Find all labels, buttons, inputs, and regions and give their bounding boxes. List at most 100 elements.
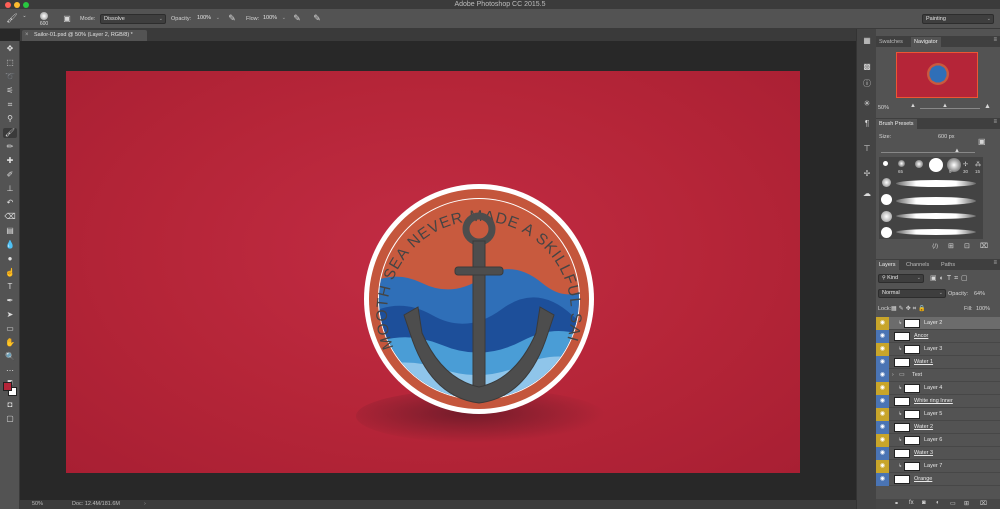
- brush-preset-scatter-icon[interactable]: ⁂: [975, 161, 981, 168]
- layer-row[interactable]: ◉ White ring Inner: [876, 395, 1000, 408]
- layer-filter-select[interactable]: ⚲ Kind ⌄: [878, 274, 924, 283]
- close-icon[interactable]: ×: [25, 30, 29, 41]
- brush-size-slider[interactable]: [881, 152, 975, 153]
- layer-name[interactable]: Layer 3: [924, 343, 942, 356]
- eyedropper-tool-icon[interactable]: ⚲: [3, 114, 17, 124]
- navigator-zoom-value[interactable]: 50%: [878, 105, 889, 111]
- eye-icon[interactable]: ◉: [876, 395, 889, 408]
- tab-channels[interactable]: Channels: [903, 260, 932, 270]
- tab-navigator[interactable]: Navigator: [911, 37, 941, 47]
- layer-filter-icons[interactable]: ▣◐T⌗▢: [930, 274, 971, 283]
- eye-icon[interactable]: ◉: [876, 356, 889, 369]
- layer-name[interactable]: Layer 4: [924, 382, 942, 395]
- flow-field[interactable]: 100% ⌄: [260, 14, 288, 24]
- zoom-tool-icon[interactable]: 🔍: [3, 352, 17, 362]
- trash-icon[interactable]: ⌧: [980, 242, 988, 250]
- new-group-icon[interactable]: ▭: [950, 500, 956, 507]
- eye-icon[interactable]: ◉: [876, 382, 889, 395]
- eraser-tool-icon[interactable]: ⌫: [3, 212, 17, 222]
- path-selection-tool-icon[interactable]: ➤: [3, 310, 17, 320]
- eye-icon[interactable]: ◉: [876, 460, 889, 473]
- paragraph-panel-icon[interactable]: ¶: [861, 119, 873, 129]
- tab-layers[interactable]: Layers: [876, 260, 899, 270]
- brush-preset-soft-medium[interactable]: [915, 160, 923, 168]
- fill-value[interactable]: 100%: [976, 306, 990, 312]
- lock-icons[interactable]: ▦✎✥⌗🔒: [891, 305, 928, 313]
- link-layers-icon[interactable]: ⚭: [894, 500, 899, 507]
- eye-icon[interactable]: ◉: [876, 317, 889, 330]
- airbrush-icon[interactable]: ✎: [292, 14, 302, 23]
- brush-tool-preset-icon[interactable]: 🖌: [6, 14, 18, 23]
- layer-name[interactable]: Layer 5: [924, 408, 942, 421]
- chevron-down-icon[interactable]: ⌄: [22, 12, 27, 21]
- layer-opacity-value[interactable]: 64%: [974, 291, 985, 297]
- layer-row[interactable]: ◉ ↳ Layer 7: [876, 460, 1000, 473]
- layer-row[interactable]: ◉ ↳ Layer 6: [876, 434, 1000, 447]
- eye-icon[interactable]: ◉: [876, 447, 889, 460]
- opacity-field[interactable]: 100% ⌄: [194, 14, 222, 24]
- brush-size-slider-handle-icon[interactable]: ▲: [954, 148, 960, 154]
- adjustments-panel-icon[interactable]: ✳: [861, 99, 873, 109]
- blend-mode-select[interactable]: Normal ⌄: [878, 289, 946, 298]
- blur-tool-icon[interactable]: 💧: [3, 240, 17, 250]
- trash-icon[interactable]: ⌧: [980, 500, 987, 507]
- layer-row[interactable]: ◉ ↳ Layer 4: [876, 382, 1000, 395]
- foreground-color-swatch[interactable]: [3, 382, 12, 391]
- eye-icon[interactable]: ◉: [876, 330, 889, 343]
- panel-menu-icon[interactable]: ≡: [993, 37, 997, 43]
- chevron-right-icon[interactable]: ›: [892, 369, 894, 382]
- brush-settings-panel-icon[interactable]: ✢: [861, 169, 873, 179]
- document-tab[interactable]: × Sailor-01.psd @ 50% (Layer 2, RGB/8) *: [22, 30, 147, 41]
- panel-menu-icon[interactable]: ≡: [993, 260, 997, 266]
- pencil-tool-icon[interactable]: ✏: [3, 142, 17, 152]
- status-zoom[interactable]: 50%: [32, 500, 43, 509]
- move-tool-icon[interactable]: ✥: [3, 44, 17, 54]
- marquee-tool-icon[interactable]: ⬚: [3, 58, 17, 68]
- color-panel-icon[interactable]: ▩: [861, 62, 873, 72]
- brush-preset-hard-small[interactable]: [883, 161, 888, 166]
- pressure-size-icon[interactable]: ✎: [312, 14, 322, 23]
- clone-stamp-tool-icon[interactable]: ⊥: [3, 184, 17, 194]
- new-brush-icon[interactable]: ⊡: [964, 242, 970, 250]
- eye-icon[interactable]: ◉: [876, 473, 889, 486]
- navigator-zoom-slider[interactable]: [920, 108, 980, 109]
- eye-icon[interactable]: ◉: [876, 434, 889, 447]
- zoom-out-icon[interactable]: ▲: [910, 103, 916, 109]
- eye-icon[interactable]: ◉: [876, 408, 889, 421]
- libraries-panel-icon[interactable]: ☁: [861, 189, 873, 199]
- layer-row[interactable]: ◉ ↳ Layer 2: [876, 317, 1000, 330]
- zoom-in-icon[interactable]: ▲: [984, 103, 991, 110]
- brush-panel-toggle-icon[interactable]: ▣: [62, 14, 72, 23]
- layer-row[interactable]: ◉ › ▭ Text: [876, 369, 1000, 382]
- brush-picker-button[interactable]: 600: [35, 12, 53, 28]
- new-layer-icon[interactable]: ⊞: [964, 500, 969, 507]
- document-canvas[interactable]: A SMOOTH SEA NEVER MADE A SKILLFUL SAILO…: [66, 71, 800, 473]
- layer-row[interactable]: ◉ Water 1: [876, 356, 1000, 369]
- navigator-thumbnail[interactable]: [896, 52, 978, 98]
- panel-menu-icon[interactable]: ≡: [993, 119, 997, 125]
- status-menu-arrow-icon[interactable]: ›: [144, 500, 146, 509]
- rectangle-tool-icon[interactable]: ▭: [3, 324, 17, 334]
- workspace-select[interactable]: Painting ⌄: [922, 14, 994, 24]
- more-tools-icon[interactable]: ⋯: [3, 366, 17, 376]
- history-brush-tool-icon[interactable]: ↶: [3, 198, 17, 208]
- brush-preset-texture-icon[interactable]: ✢: [963, 161, 968, 168]
- canvas-area[interactable]: A SMOOTH SEA NEVER MADE A SKILLFUL SAILO…: [20, 41, 856, 500]
- brush-preset-hard-round-large[interactable]: [881, 227, 892, 238]
- type-tool-icon[interactable]: T: [3, 282, 17, 292]
- info-panel-icon[interactable]: ⓘ: [861, 79, 873, 89]
- layer-name[interactable]: Water 1: [914, 356, 933, 369]
- brush-preset-list[interactable]: 65 9 ✢ 30 ⁂ 15: [879, 157, 983, 239]
- layer-name[interactable]: Layer 2: [924, 317, 942, 330]
- layer-row[interactable]: ◉ Orange: [876, 473, 1000, 486]
- add-mask-icon[interactable]: ◙: [922, 500, 926, 506]
- quick-selection-tool-icon[interactable]: ⚟: [3, 86, 17, 96]
- brush-preset-hard-large[interactable]: [929, 158, 943, 172]
- mixer-brush-tool-icon[interactable]: ✐: [3, 170, 17, 180]
- mode-select[interactable]: Dissolve ⌄: [100, 14, 166, 24]
- smudge-tool-icon[interactable]: ☝: [3, 268, 17, 278]
- layer-row[interactable]: ◉ Water 2: [876, 421, 1000, 434]
- new-preset-icon[interactable]: ▣: [978, 137, 986, 146]
- history-panel-icon[interactable]: ▦: [861, 36, 873, 46]
- pressure-opacity-icon[interactable]: ✎: [227, 14, 237, 23]
